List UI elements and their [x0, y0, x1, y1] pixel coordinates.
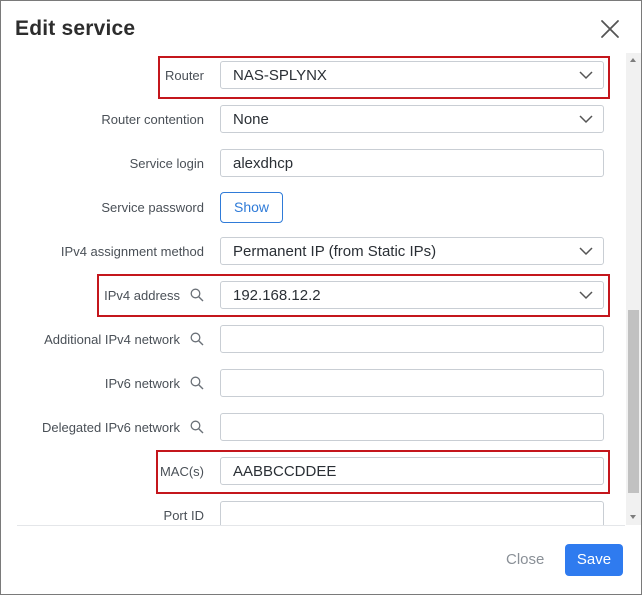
close-button[interactable]: Close — [506, 551, 544, 568]
ipv6-network-input[interactable] — [220, 369, 604, 397]
service-login-input[interactable]: alexdhcp — [220, 149, 604, 177]
search-icon[interactable] — [190, 332, 204, 346]
search-icon[interactable] — [190, 376, 204, 390]
scroll-thumb[interactable] — [628, 310, 639, 493]
chevron-down-icon — [579, 291, 593, 300]
additional-ipv4-input[interactable] — [220, 325, 604, 353]
additional-ipv4-row: Additional IPv4 network — [1, 317, 626, 361]
router-contention-label: Router contention — [101, 111, 204, 127]
macs-input[interactable]: AABBCCDDEE — [220, 457, 604, 485]
close-icon[interactable] — [598, 17, 622, 41]
router-value: NAS-SPLYNX — [233, 67, 327, 84]
ipv4-address-select[interactable]: 192.168.12.2 — [220, 281, 604, 309]
ipv6-network-row: IPv6 network — [1, 361, 626, 405]
macs-label: MAC(s) — [159, 463, 204, 479]
delegated-ipv6-input[interactable] — [220, 413, 604, 441]
dialog-title: Edit service — [15, 17, 136, 40]
scroll-up-icon[interactable] — [630, 58, 636, 62]
footer-divider — [17, 525, 625, 526]
chevron-down-icon — [579, 115, 593, 124]
router-row: Router NAS-SPLYNX — [1, 53, 626, 97]
chevron-down-icon — [579, 71, 593, 80]
service-password-label: Service password — [101, 199, 204, 215]
ipv4-method-value: Permanent IP (from Static IPs) — [233, 243, 437, 260]
service-login-value: alexdhcp — [233, 155, 294, 172]
router-contention-value: None — [233, 111, 269, 128]
macs-row: MAC(s) AABBCCDDEE — [1, 449, 626, 493]
ipv4-method-select[interactable]: Permanent IP (from Static IPs) — [220, 237, 604, 265]
port-id-row: Port ID — [1, 493, 626, 525]
ipv4-address-label: IPv4 address — [104, 287, 204, 303]
ipv4-method-label: IPv4 assignment method — [60, 243, 204, 259]
ipv4-method-row: IPv4 assignment method Permanent IP (fro… — [1, 229, 626, 273]
edit-service-dialog: Edit service Router NAS-SPLYNX Router co… — [0, 0, 642, 595]
service-password-row: Service password Show — [1, 185, 626, 229]
port-id-input[interactable] — [220, 501, 604, 525]
macs-value: AABBCCDDEE — [233, 463, 337, 480]
scroll-down-icon[interactable] — [630, 515, 636, 519]
additional-ipv4-label: Additional IPv4 network — [44, 331, 204, 347]
router-select[interactable]: NAS-SPLYNX — [220, 61, 604, 89]
show-password-button[interactable]: Show — [220, 192, 283, 223]
service-login-label: Service login — [129, 155, 204, 171]
search-icon[interactable] — [190, 288, 204, 302]
router-contention-select[interactable]: None — [220, 105, 604, 133]
search-icon[interactable] — [190, 420, 204, 434]
service-login-row: Service login alexdhcp — [1, 141, 626, 185]
delegated-ipv6-row: Delegated IPv6 network — [1, 405, 626, 449]
dialog-body: Router NAS-SPLYNX Router contention None… — [1, 53, 641, 525]
port-id-label: Port ID — [163, 507, 204, 523]
save-button[interactable]: Save — [565, 544, 623, 576]
scrollbar[interactable] — [626, 53, 641, 525]
chevron-down-icon — [579, 247, 593, 256]
router-contention-row: Router contention None — [1, 97, 626, 141]
router-label: Router — [164, 67, 204, 83]
ipv4-address-row: IPv4 address 192.168.12.2 — [1, 273, 626, 317]
ipv4-address-value: 192.168.12.2 — [233, 287, 321, 304]
ipv6-network-label: IPv6 network — [105, 375, 204, 391]
delegated-ipv6-label: Delegated IPv6 network — [42, 419, 204, 435]
